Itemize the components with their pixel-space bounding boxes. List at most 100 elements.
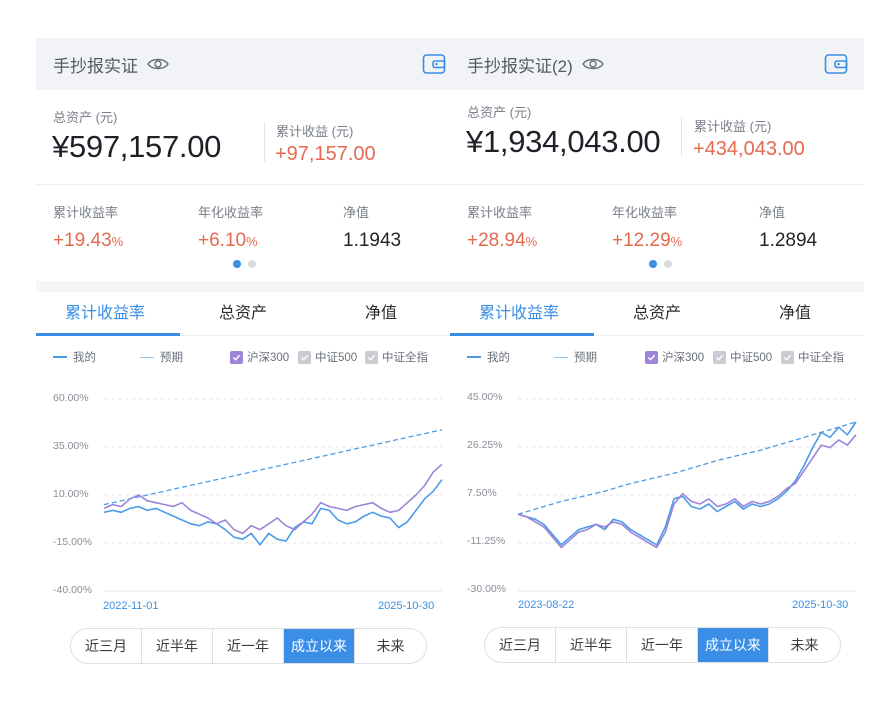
- stat-unit: %: [111, 234, 124, 249]
- wallet-icon[interactable]: [824, 52, 848, 76]
- stat-nav: 净值 1.1943: [343, 202, 401, 252]
- assets-section: 总资产 (元) ¥597,157.00 累计收益 (元) +97,157.00: [36, 90, 450, 184]
- total-assets-label: 总资产 (元): [53, 110, 118, 125]
- y-tick-label: 35.00%: [53, 440, 89, 452]
- range-1y-button[interactable]: 近一年: [627, 628, 698, 662]
- legend-mine[interactable]: 我的: [467, 349, 510, 365]
- legend-label: 中证全指: [798, 352, 844, 364]
- chart-tabs: 累计收益率 总资产 净值: [450, 292, 864, 336]
- legend-hs300-checkbox[interactable]: 沪深300: [645, 349, 704, 365]
- legend-label: 沪深300: [247, 352, 290, 364]
- series-line-hs300: [517, 434, 857, 549]
- stat-nav: 净值 1.2894: [759, 202, 817, 252]
- series-line-mine: [517, 421, 857, 546]
- legend-line: [53, 356, 67, 358]
- return-chart[interactable]: 60.00% 35.00% 10.00% -15.00% -40.00%: [36, 370, 450, 605]
- range-selector: 近三月 近半年 近一年 成立以来 未来: [484, 627, 841, 663]
- chart-tabs: 累计收益率 总资产 净值: [36, 292, 450, 336]
- series-line-hs300: [103, 463, 443, 535]
- y-tick-label: 26.25%: [467, 439, 503, 451]
- cumulative-profit-label: 累计收益 (元): [694, 119, 772, 134]
- range-3m-button[interactable]: 近三月: [71, 629, 142, 663]
- stat-cumulative-return: 累计收益率 +28.94%: [467, 202, 537, 252]
- range-selector: 近三月 近半年 近一年 成立以来 未来: [70, 628, 427, 664]
- legend-hs300-checkbox[interactable]: 沪深300: [230, 349, 289, 365]
- wallet-icon[interactable]: [422, 52, 446, 76]
- tab-cumulative-return[interactable]: 累计收益率: [450, 292, 588, 335]
- chart-legend: 我的 预期 沪深300 中证500 中证全指: [36, 336, 450, 370]
- pager-dots[interactable]: [233, 260, 256, 268]
- divider: [681, 117, 682, 157]
- stat-label: 净值: [343, 205, 370, 220]
- range-since-inception-button[interactable]: 成立以来: [698, 628, 769, 662]
- stat-number: +28.94: [467, 230, 526, 251]
- stat-value: +28.94%: [467, 230, 537, 252]
- stat-number: 1.1943: [343, 230, 402, 251]
- account-card-1: 手抄报实证 总资产 (元) ¥597,157.00 累计收益 (元) +97,1…: [36, 38, 450, 678]
- x-start-label: 2022-11-01: [103, 600, 159, 612]
- range-since-inception-button[interactable]: 成立以来: [284, 629, 355, 663]
- legend-mine[interactable]: 我的: [53, 349, 96, 365]
- x-end-label: 2025-10-30: [792, 599, 849, 611]
- stat-value: +19.43%: [53, 230, 123, 252]
- cumulative-profit-value: +97,157.00: [275, 143, 376, 165]
- legend-zzqz-checkbox[interactable]: 中证全指: [781, 349, 844, 365]
- range-1y-button[interactable]: 近一年: [213, 629, 284, 663]
- tab-nav[interactable]: 净值: [312, 292, 450, 335]
- stat-unit: %: [246, 234, 258, 249]
- return-chart[interactable]: 45.00% 26.25% 7.50% -11.25% -30.00%: [450, 370, 864, 605]
- stat-label: 累计收益率: [53, 205, 119, 220]
- pager-dot[interactable]: [248, 260, 256, 268]
- stat-label: 净值: [759, 205, 786, 220]
- card-header: 手抄报实证: [36, 38, 450, 90]
- legend-zz500-checkbox[interactable]: 中证500: [298, 349, 357, 365]
- tab-total-assets[interactable]: 总资产: [174, 292, 312, 335]
- cumulative-profit-value: +434,043.00: [693, 138, 805, 160]
- account-title: 手抄报实证(2): [467, 56, 573, 76]
- legend-expected[interactable]: 预期: [140, 349, 183, 365]
- x-end-label: 2025-10-30: [378, 600, 435, 612]
- range-6m-button[interactable]: 近半年: [142, 629, 213, 663]
- stats-section: 累计收益率 +19.43% 年化收益率 +6.10% 净值 1.1943: [36, 185, 450, 281]
- checkbox-unchecked-icon: [298, 350, 311, 364]
- section-gap: [36, 281, 450, 292]
- legend-line: [140, 356, 154, 358]
- range-6m-button[interactable]: 近半年: [556, 628, 627, 662]
- stat-value: 1.1943: [343, 230, 401, 252]
- pager-dot[interactable]: [664, 260, 672, 268]
- cumulative-profit-label: 累计收益 (元): [276, 124, 354, 139]
- tab-cumulative-return[interactable]: 累计收益率: [36, 292, 174, 335]
- pager-dots[interactable]: [649, 260, 672, 268]
- legend-label: 中证500: [730, 352, 773, 364]
- checkbox-unchecked-icon: [365, 350, 378, 364]
- card-header: 手抄报实证(2): [450, 38, 864, 90]
- stat-unit: %: [525, 234, 538, 249]
- eye-icon[interactable]: [147, 57, 169, 71]
- legend-label: 中证全指: [382, 352, 428, 364]
- tab-nav[interactable]: 净值: [726, 292, 864, 335]
- range-future-button[interactable]: 未来: [769, 628, 840, 662]
- stats-section: 累计收益率 +28.94% 年化收益率 +12.29% 净值 1.2894: [450, 185, 864, 281]
- legend-line: [467, 356, 481, 358]
- stat-annualized-return: 年化收益率 +6.10%: [198, 202, 263, 252]
- stat-value: +6.10%: [198, 230, 263, 252]
- chart-legend: 我的 预期 沪深300 中证500 中证全指: [450, 336, 864, 370]
- checkbox-checked-icon: [230, 350, 243, 364]
- total-assets-value: ¥1,934,043.00: [466, 124, 661, 159]
- pager-dot-active[interactable]: [233, 260, 241, 268]
- legend-expected[interactable]: 预期: [554, 349, 597, 365]
- eye-icon[interactable]: [581, 57, 604, 71]
- x-start-label: 2023-08-22: [518, 599, 575, 611]
- legend-zz500-checkbox[interactable]: 中证500: [713, 349, 772, 365]
- account-card-2: 手抄报实证(2) 总资产 (元) ¥1,934,043.00 累计收益 (元) …: [450, 38, 864, 678]
- stat-label: 累计收益率: [467, 205, 533, 220]
- y-tick-label: -40.00%: [53, 584, 93, 596]
- chart-plot: [103, 398, 443, 592]
- legend-zzqz-checkbox[interactable]: 中证全指: [365, 349, 428, 365]
- pager-dot-active[interactable]: [649, 260, 657, 268]
- stat-value: +12.29%: [612, 230, 682, 252]
- range-3m-button[interactable]: 近三月: [485, 628, 556, 662]
- tab-total-assets[interactable]: 总资产: [588, 292, 726, 335]
- y-tick-label: 45.00%: [467, 391, 503, 403]
- range-future-button[interactable]: 未来: [355, 629, 426, 663]
